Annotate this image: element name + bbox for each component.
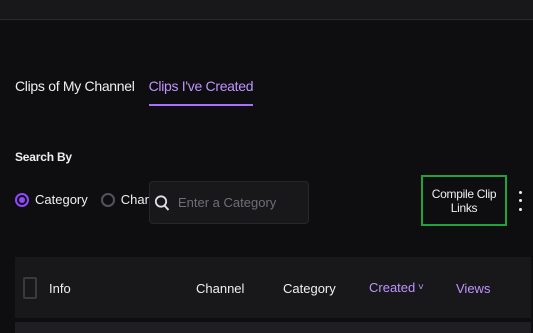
radio-button-checked[interactable]	[15, 192, 29, 207]
clip-tabs: Clips of My Channel Clips I've Created	[15, 78, 254, 106]
search-icon	[154, 194, 170, 211]
compile-clip-links-button[interactable]: Compile Clip Links	[421, 175, 507, 226]
select-all-checkbox[interactable]	[23, 277, 37, 299]
tab-clips-of-my-channel[interactable]: Clips of My Channel	[15, 78, 135, 106]
chevron-down-icon[interactable]: ˅	[418, 282, 424, 293]
category-search-input[interactable]	[176, 194, 308, 211]
column-header-channel: Channel	[196, 281, 245, 296]
radio-category-label: Category	[35, 192, 88, 207]
search-by-label: Search By	[15, 150, 72, 164]
column-header-created[interactable]: Created	[369, 280, 415, 295]
more-options-icon[interactable]	[513, 188, 527, 214]
category-search-box[interactable]	[149, 181, 309, 224]
top-bar	[0, 0, 533, 20]
column-header-info: Info	[49, 281, 71, 296]
column-header-category: Category	[283, 281, 336, 296]
tab-clips-ive-created[interactable]: Clips I've Created	[148, 78, 254, 106]
radio-category[interactable]: Category	[15, 192, 88, 207]
clips-table-header: Info Channel Category Created ˅ Views	[15, 257, 531, 318]
radio-button-unchecked[interactable]	[100, 192, 115, 207]
table-row	[15, 322, 531, 333]
column-header-views[interactable]: Views	[456, 281, 490, 296]
